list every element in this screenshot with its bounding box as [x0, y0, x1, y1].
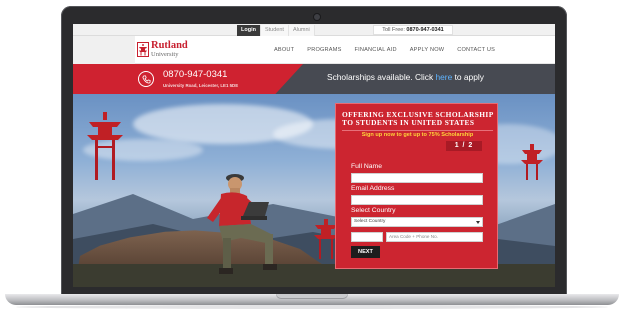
- pagoda-left: [87, 112, 123, 180]
- phone-number-input[interactable]: Area Code + Phone No.: [386, 232, 483, 242]
- tollfree-label: Toll Free:: [382, 27, 405, 33]
- navbar: Rutland University ABOUT PROGRAMS FINANC…: [73, 36, 555, 64]
- next-button[interactable]: NEXT: [351, 246, 380, 258]
- utility-bar: Login Student Alumni Toll Free: 0870-947…: [73, 24, 555, 36]
- chevron-down-icon: [476, 221, 480, 224]
- country-select[interactable]: Select Country: [351, 217, 483, 227]
- logo-sub: University: [151, 50, 179, 58]
- tollfree-box: Toll Free: 0870-947-0341: [373, 25, 453, 35]
- student-figure: [207, 174, 277, 274]
- contact-phone[interactable]: 0870-947-0341: [163, 69, 227, 80]
- pagoda-right: [521, 144, 543, 180]
- tollfree-number[interactable]: 0870-947-0341: [406, 27, 443, 33]
- scholarship-link[interactable]: here: [435, 72, 452, 82]
- logo-name: Rutland: [151, 40, 188, 51]
- form-step-indicator: 1 / 2: [446, 141, 482, 151]
- contact-address: University Road, Leicester, LE1 5DE: [163, 83, 239, 88]
- laptop-screen: Login Student Alumni Toll Free: 0870-947…: [73, 24, 555, 287]
- form-subtitle: Sign up now to get up to 75% Scholarship: [361, 132, 474, 138]
- scholarship-form: OFFERING EXCLUSIVE SCHOLARSHIP TO STUDEN…: [335, 103, 498, 269]
- scholarship-banner: Scholarships available. Click here to ap…: [327, 72, 484, 82]
- tab-login[interactable]: Login: [237, 25, 261, 36]
- email-label: Email Address: [351, 185, 395, 192]
- nav-contact-us[interactable]: CONTACT US: [457, 47, 495, 53]
- country-label: Select Country: [351, 207, 396, 214]
- pagoda-logo-icon: [137, 42, 149, 57]
- camera-icon: [314, 14, 320, 20]
- email-input[interactable]: [351, 195, 483, 205]
- logo[interactable]: Rutland University: [137, 40, 188, 58]
- scholarship-suffix: to apply: [454, 72, 484, 82]
- area-code-input[interactable]: [351, 232, 383, 242]
- main-nav: ABOUT PROGRAMS FINANCIAL AID APPLY NOW C…: [274, 36, 495, 64]
- nav-about[interactable]: ABOUT: [274, 47, 294, 53]
- phone-icon: [138, 71, 154, 87]
- full-name-input[interactable]: [351, 173, 483, 183]
- nav-financial-aid[interactable]: FINANCIAL AID: [355, 47, 397, 53]
- scholarship-text: Scholarships available. Click: [327, 72, 434, 82]
- tab-student[interactable]: Student: [260, 25, 289, 36]
- nav-programs[interactable]: PROGRAMS: [307, 47, 341, 53]
- country-select-value: Select Country: [354, 219, 386, 224]
- full-name-label: Full Name: [351, 163, 382, 170]
- laptop-notch: [276, 294, 348, 299]
- tab-alumni[interactable]: Alumni: [288, 25, 315, 36]
- portal-tabs: Login Student Alumni: [237, 25, 315, 36]
- nav-apply-now[interactable]: APPLY NOW: [410, 47, 445, 53]
- form-title: OFFERING EXCLUSIVE SCHOLARSHIP TO STUDEN…: [342, 110, 494, 127]
